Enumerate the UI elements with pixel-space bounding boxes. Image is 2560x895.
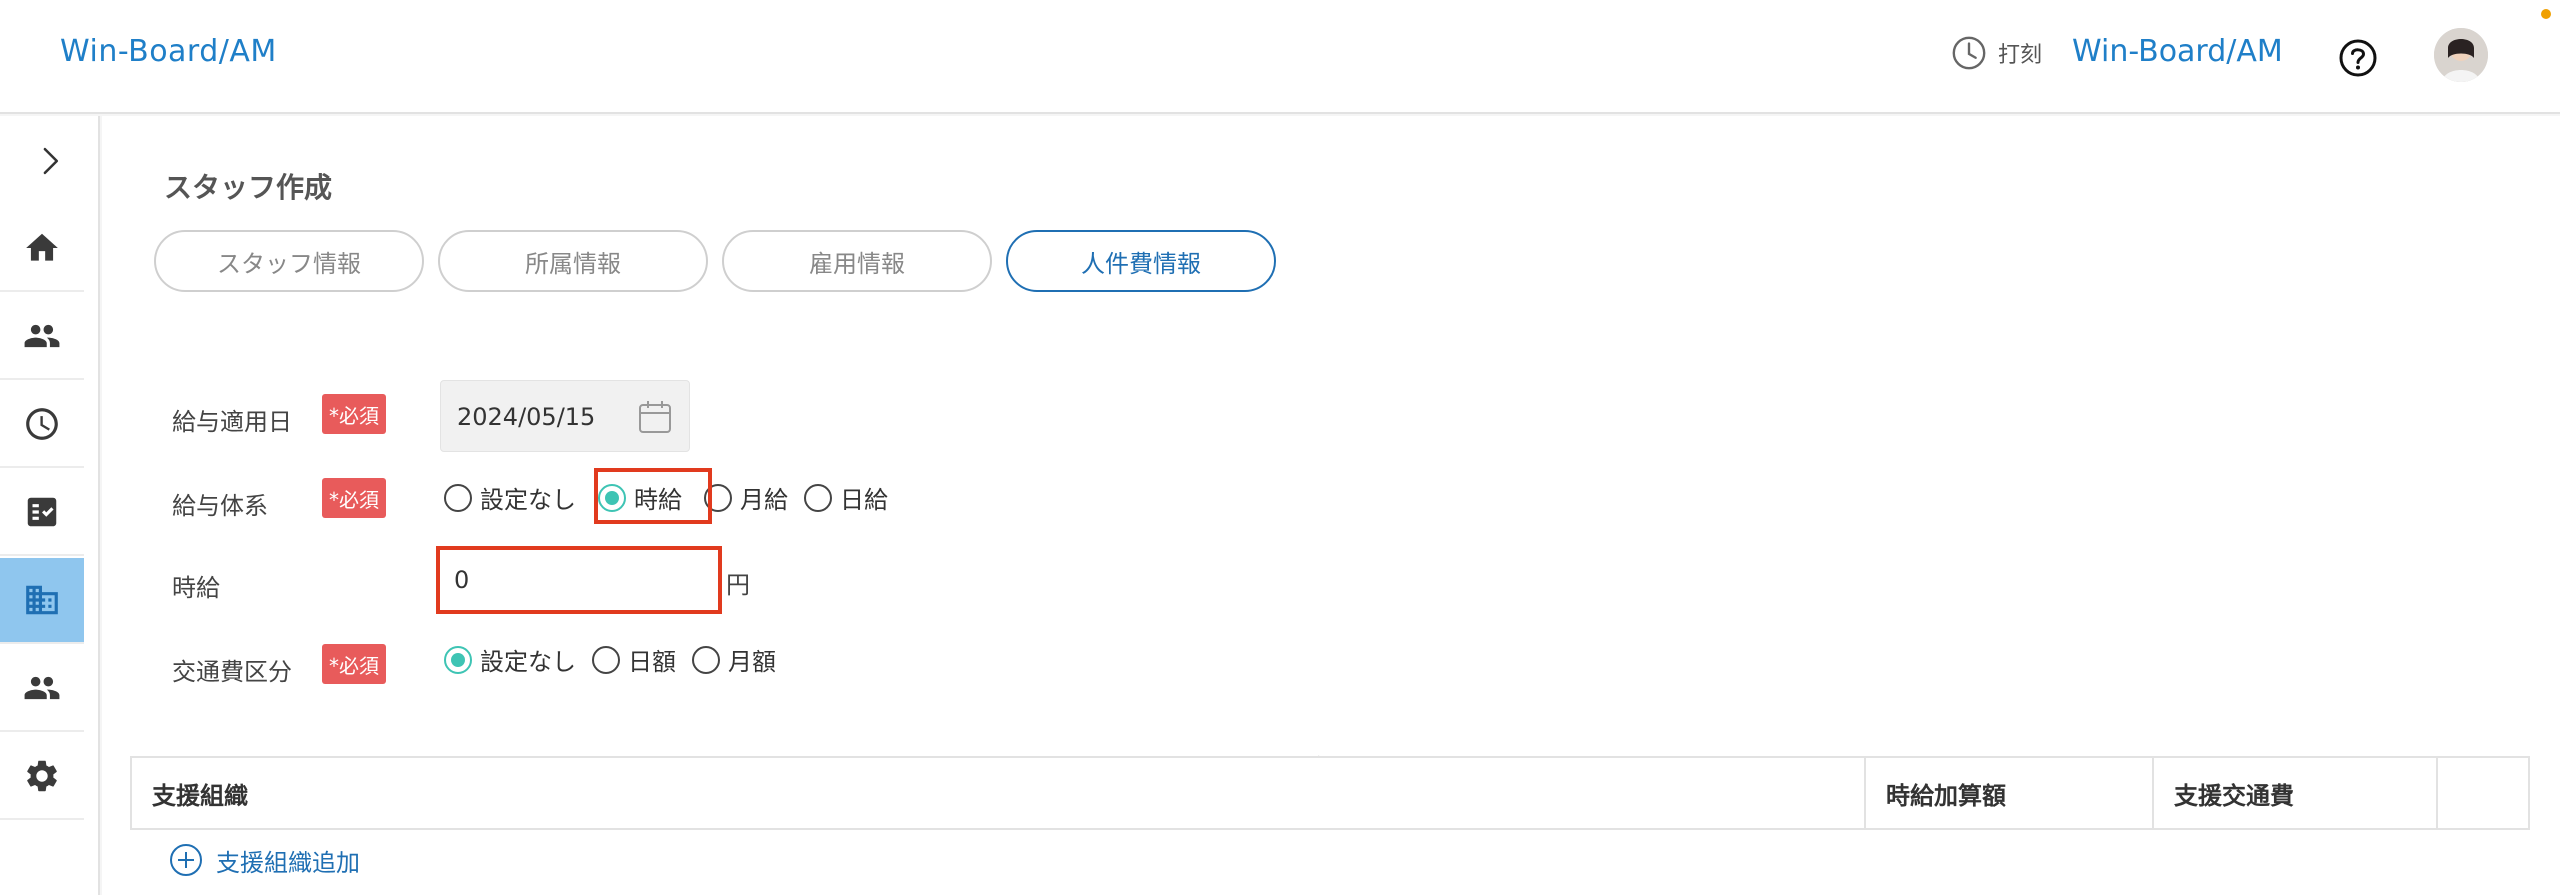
- radio-circle: [444, 483, 472, 512]
- salary-date-label: 給与適用日: [172, 408, 292, 436]
- radio-label: 設定なし: [480, 648, 576, 676]
- sidebar-item-organization[interactable]: [0, 558, 84, 644]
- notification-dot: [2541, 9, 2551, 19]
- brand-logo[interactable]: Win-Board/AM: [60, 34, 277, 69]
- required-badge: *必須: [322, 478, 386, 518]
- group-icon: [24, 676, 60, 700]
- transport-radio-group: 設定なし 日額 月額: [444, 642, 792, 677]
- radio-circle: [804, 483, 832, 512]
- salary-type-radio-group: 設定なし 時給 月給 日給: [444, 480, 904, 515]
- radio-label: 時給: [634, 486, 682, 514]
- tab-bar: スタッフ情報 所属情報 雇用情報 人件費情報: [154, 230, 1276, 292]
- sidebar-item-groups[interactable]: [0, 646, 84, 732]
- people-icon: [24, 324, 60, 348]
- required-badge: *必須: [322, 394, 386, 434]
- salary-type-monthly-radio[interactable]: 月給: [704, 480, 788, 515]
- salary-type-label: 給与体系: [172, 492, 268, 520]
- tab-employment-info[interactable]: 雇用情報: [722, 230, 992, 292]
- col-support-org: 支援組織: [152, 781, 248, 810]
- clock-icon: [1952, 36, 1986, 70]
- tab-labor-cost-info[interactable]: 人件費情報: [1006, 230, 1276, 292]
- main-panel: スタッフ作成 スタッフ情報 所属情報 雇用情報 人件費情報 給与適用日 *必須 …: [102, 116, 2560, 895]
- page-title: スタッフ作成: [164, 171, 333, 204]
- salary-date-picker[interactable]: 2024/05/15: [440, 380, 690, 452]
- hourly-wage-input[interactable]: [436, 546, 722, 614]
- hourly-wage-label: 時給: [172, 574, 220, 602]
- sidebar-item-attendance[interactable]: [0, 382, 84, 468]
- radio-label: 月額: [728, 648, 776, 676]
- add-support-org-button[interactable]: 支援組織追加: [168, 842, 360, 878]
- punch-button[interactable]: 打刻: [1950, 34, 2042, 72]
- column-divider: [2436, 758, 2438, 828]
- user-avatar[interactable]: [2434, 28, 2488, 82]
- radio-circle: [692, 645, 720, 674]
- sidebar-item-approval[interactable]: [0, 470, 84, 556]
- transport-monthly-radio[interactable]: 月額: [692, 642, 776, 677]
- radio-circle-selected: [444, 645, 472, 674]
- radio-label: 月給: [740, 486, 788, 514]
- radio-label: 日額: [628, 648, 676, 676]
- salary-date-value: 2024/05/15: [457, 403, 596, 431]
- radio-label: 日給: [840, 486, 888, 514]
- task-check-icon: [27, 497, 57, 527]
- user-brand-link[interactable]: Win-Board/AM: [2072, 34, 2283, 69]
- add-support-org-label: 支援組織追加: [216, 848, 360, 877]
- radio-circle: [704, 483, 732, 512]
- plus-circle-icon: [170, 844, 202, 876]
- transport-type-label: 交通費区分: [172, 658, 292, 686]
- sidebar-item-settings[interactable]: [0, 734, 84, 820]
- support-table-header: 支援組織 時給加算額 支援交通費: [130, 756, 2530, 830]
- chevron-right-icon: [43, 147, 59, 175]
- home-icon: [26, 233, 58, 261]
- sidebar-expand-button[interactable]: [0, 116, 100, 206]
- transport-daily-radio[interactable]: 日額: [592, 642, 676, 677]
- required-badge: *必須: [322, 644, 386, 684]
- radio-label: 設定なし: [480, 486, 576, 514]
- avatar-image: [2434, 28, 2488, 82]
- salary-type-none-radio[interactable]: 設定なし: [444, 480, 576, 515]
- calendar-icon: [639, 401, 671, 433]
- col-support-transport: 支援交通費: [2174, 781, 2294, 810]
- sidebar-item-staff[interactable]: [0, 294, 84, 380]
- salary-type-hourly-radio[interactable]: 時給: [598, 480, 682, 515]
- gear-icon: [27, 760, 57, 792]
- radio-circle-selected: [598, 483, 626, 512]
- transport-none-radio[interactable]: 設定なし: [444, 642, 576, 677]
- tab-staff-info[interactable]: スタッフ情報: [154, 230, 424, 292]
- sidebar: [0, 116, 100, 895]
- col-hourly-addition: 時給加算額: [1886, 781, 2006, 810]
- radio-circle: [592, 645, 620, 674]
- building-icon: [26, 585, 58, 615]
- tab-affiliation-info[interactable]: 所属情報: [438, 230, 708, 292]
- salary-type-daily-radio[interactable]: 日給: [804, 480, 888, 515]
- punch-label: 打刻: [1998, 43, 2043, 68]
- sidebar-item-home[interactable]: [0, 206, 84, 292]
- top-header: Win-Board/AM 打刻 Win-Board/AM: [0, 0, 2560, 114]
- yen-unit: 円: [726, 571, 750, 599]
- help-icon[interactable]: [2338, 38, 2378, 78]
- clock-icon: [26, 408, 58, 440]
